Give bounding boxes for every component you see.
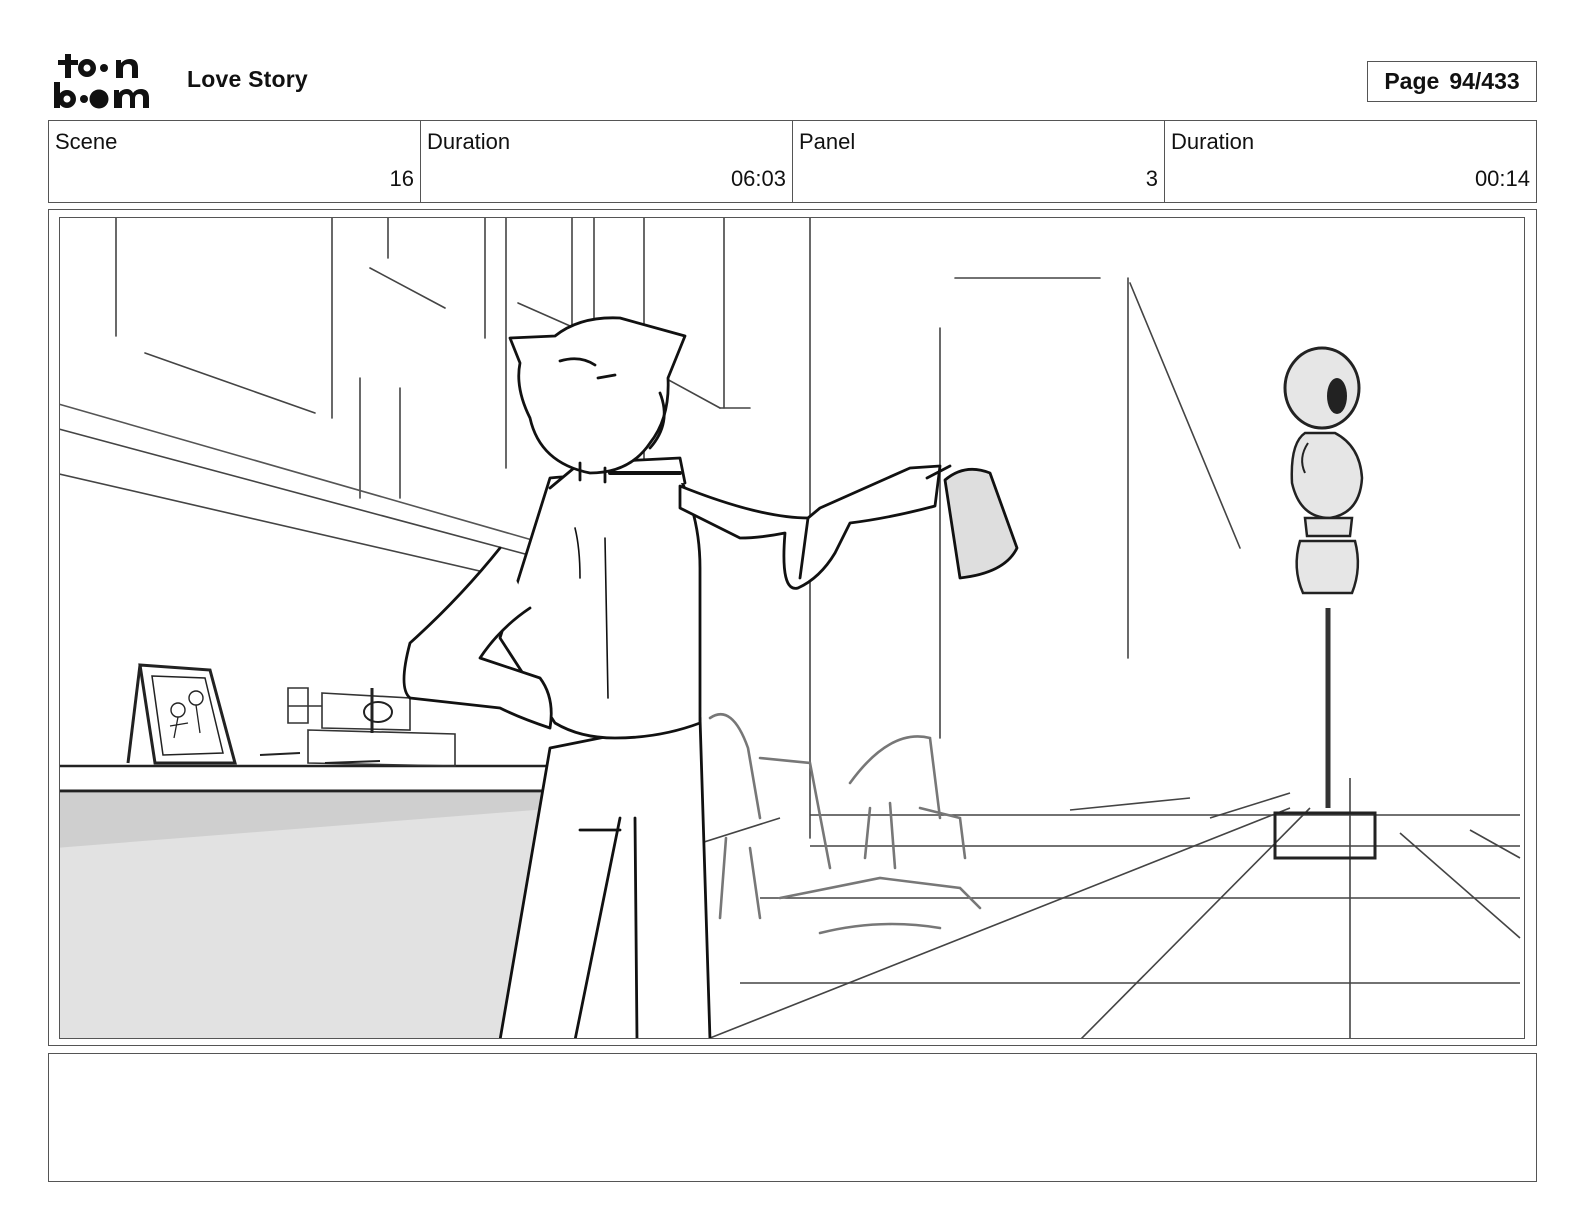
storyboard-panel xyxy=(48,209,1537,1046)
panel-value: 3 xyxy=(1145,166,1158,191)
panel-duration-cell: Duration 00:14 xyxy=(1165,121,1536,202)
panel-label: Panel xyxy=(799,129,856,154)
scene-duration-cell: Duration 06:03 xyxy=(421,121,793,202)
panel-info-bar: Scene 16 Duration 06:03 Panel 3 Duration… xyxy=(48,120,1537,203)
panel-duration-label: Duration xyxy=(1171,129,1255,154)
page-value: 94/433 xyxy=(1449,68,1520,94)
project-title: Love Story xyxy=(187,66,308,92)
scene-value: 16 xyxy=(389,166,414,191)
page-indicator: Page 94/433 xyxy=(1367,61,1537,102)
scene-label: Scene xyxy=(55,129,118,154)
panel-duration-value: 00:14 xyxy=(1474,166,1530,191)
scene-duration-label: Duration xyxy=(427,129,511,154)
toon-boom-logo xyxy=(52,50,164,112)
panel-cell: Panel 3 xyxy=(793,121,1165,202)
storyboard-sketch xyxy=(59,217,1525,1039)
scene-cell: Scene 16 xyxy=(49,121,421,202)
page-label: Page xyxy=(1384,68,1440,94)
scene-duration-value: 06:03 xyxy=(730,166,786,191)
panel-description-box xyxy=(48,1053,1537,1182)
